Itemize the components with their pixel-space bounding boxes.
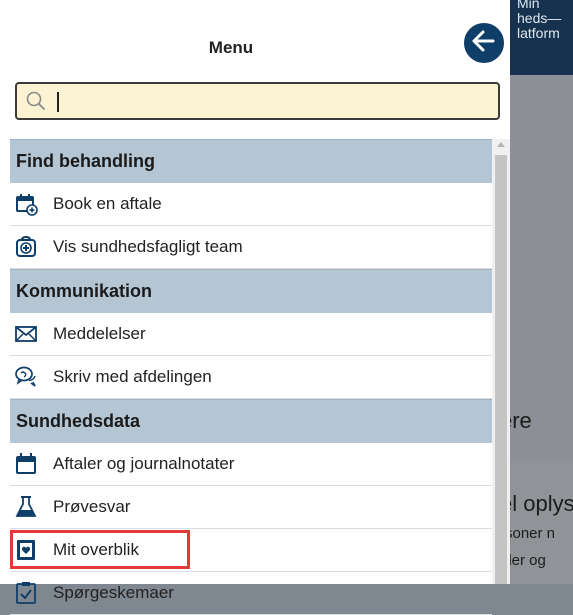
menu-list: Find behandling Book en aftale Vis sundh… (10, 139, 492, 615)
menu-item-sporgeskemaer[interactable]: Spørgeskemaer (10, 572, 492, 615)
scroll-thumb[interactable] (495, 155, 507, 584)
menu-item-book-en-aftale[interactable]: Book en aftale (10, 183, 492, 226)
arrow-left-icon (471, 28, 497, 59)
menu-title: Menu (208, 38, 254, 57)
app-logo: Min heds— latform (517, 0, 562, 41)
menu-item-label: Skriv med afdelingen (53, 367, 212, 386)
section-kommunikation: Kommunikation (10, 269, 492, 313)
section-sundhedsdata: Sundhedsdata (10, 399, 492, 443)
overview-icon (13, 537, 39, 563)
menu-scrollbar[interactable] (492, 139, 510, 584)
menu-item-label: Meddelelser (53, 324, 146, 343)
envelope-icon (13, 321, 39, 347)
calendar-plus-icon (13, 191, 39, 217)
scroll-up-arrow[interactable] (497, 142, 505, 147)
menu-item-aftaler-og-journalnotater[interactable]: Aftaler og journalnotater (10, 443, 492, 486)
calendar-icon (13, 451, 39, 477)
menu-item-label: Vis sundhedsfagligt team (53, 237, 243, 256)
section-find-behandling: Find behandling (10, 139, 492, 183)
medical-team-icon (13, 234, 39, 260)
text-cursor (57, 92, 59, 112)
menu-item-meddelelser[interactable]: Meddelelser (10, 313, 492, 356)
menu-item-label: Spørgeskemaer (53, 583, 174, 602)
chat-bubbles-icon (13, 364, 39, 390)
menu-item-label: Aftaler og journalnotater (53, 454, 235, 473)
menu-item-vis-sundhedsfagligt-team[interactable]: Vis sundhedsfagligt team (10, 226, 492, 269)
menu-item-label: Book en aftale (53, 194, 162, 213)
menu-item-skriv-med-afdelingen[interactable]: Skriv med afdelingen (10, 356, 492, 399)
menu-item-provesvar[interactable]: Prøvesvar (10, 486, 492, 529)
search-icon (25, 90, 47, 117)
menu-item-label: Mit overblik (53, 540, 139, 559)
page-text: el oplys (500, 491, 573, 516)
search-input[interactable] (63, 88, 487, 116)
back-button[interactable] (462, 21, 506, 65)
menu-item-label: Prøvesvar (53, 497, 131, 516)
menu-item-mit-overblik[interactable]: Mit overblik (10, 529, 492, 572)
menu-search[interactable] (15, 82, 500, 120)
menu-drawer: Menu Find behandling Book en aftale Vis … (0, 0, 510, 615)
flask-icon (13, 494, 39, 520)
